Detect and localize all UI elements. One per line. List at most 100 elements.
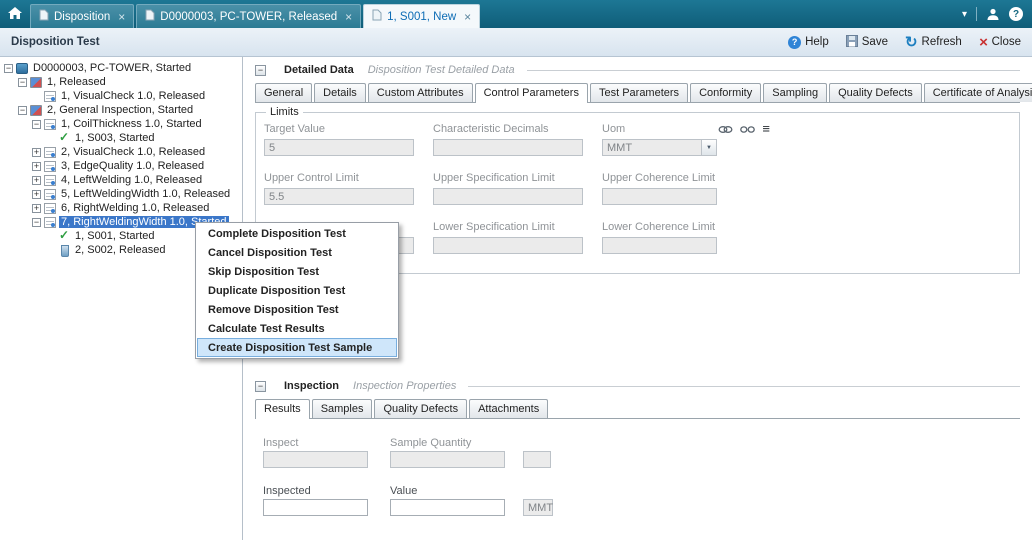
unlink-icon[interactable] (740, 125, 755, 134)
close-button[interactable]: × Close (979, 36, 1021, 48)
tab-certificate-of-analysis[interactable]: Certificate of Analysis (924, 83, 1032, 102)
tree-item-2-visualcheck-1-0-released[interactable]: +2, VisualCheck 1.0, Released (0, 145, 242, 159)
tree-item-label: 4, LeftWelding 1.0, Released (59, 174, 204, 186)
field-upper_coherence_limit: Upper Coherence Limit (602, 171, 770, 205)
topbar: Disposition×D0000003, PC-TOWER, Released… (0, 0, 1032, 28)
selected-value: MMT (603, 140, 701, 155)
tab-label: 1, S001, New (387, 11, 456, 23)
tab-attachments[interactable]: Attachments (469, 399, 548, 418)
limits-legend: Limits (266, 106, 303, 118)
tab-sampling[interactable]: Sampling (763, 83, 827, 102)
tab-control-parameters[interactable]: Control Parameters (475, 83, 588, 102)
expand-icon[interactable]: + (32, 204, 41, 213)
context-menu-item-duplicate-disposition-test[interactable]: Duplicate Disposition Test (197, 281, 397, 300)
close-label: Close (992, 36, 1021, 48)
tab-quality-defects[interactable]: Quality Defects (374, 399, 467, 418)
collapse-icon[interactable]: − (32, 120, 41, 129)
inspection-icon (30, 77, 42, 88)
tree-item-label: 3, EdgeQuality 1.0, Released (59, 160, 206, 172)
field-lower_coherence_limit: Lower Coherence Limit (602, 220, 770, 254)
tree-item-5-leftweldingwidth-1-0-released[interactable]: +5, LeftWeldingWidth 1.0, Released (0, 187, 242, 201)
section-title: Inspection (284, 380, 339, 392)
tab-results[interactable]: Results (255, 399, 310, 418)
tree-item-d0000003-pc-tower-started[interactable]: −D0000003, PC-TOWER, Started (0, 61, 242, 75)
context-menu: Complete Disposition TestCancel Disposit… (195, 222, 399, 359)
menu-icon[interactable]: ≡ (762, 124, 770, 134)
lower_coherence_limit-input (602, 237, 717, 254)
topbar-tabs: Disposition×D0000003, PC-TOWER, Released… (30, 4, 480, 28)
tree-item-4-leftwelding-1-0-released[interactable]: +4, LeftWelding 1.0, Released (0, 173, 242, 187)
home-icon (7, 6, 23, 23)
sample-quantity-uom-box (523, 451, 551, 468)
field-lower_specification_limit: Lower Specification Limit (433, 220, 583, 254)
field-target_value: Target Value5 (264, 122, 414, 156)
field-label: Lower Specification Limit (433, 221, 555, 233)
context-menu-item-remove-disposition-test[interactable]: Remove Disposition Test (197, 300, 397, 319)
save-label: Save (862, 36, 888, 48)
uom-select[interactable]: MMT▼ (602, 139, 717, 156)
tree-item-1-visualcheck-1-0-released[interactable]: 1, VisualCheck 1.0, Released (0, 89, 242, 103)
tab-samples[interactable]: Samples (312, 399, 373, 418)
test-icon (44, 203, 56, 214)
tab-details[interactable]: Details (314, 83, 366, 102)
value-input[interactable] (390, 499, 505, 516)
expand-icon[interactable]: + (32, 190, 41, 199)
tree-item-1-released[interactable]: −1, Released (0, 75, 242, 89)
help-button[interactable]: ? Help (788, 36, 829, 49)
tab-overflow-chevron-icon[interactable]: ▾ (962, 9, 967, 20)
collapse-section-icon[interactable]: − (255, 381, 266, 392)
tree-item-2-general-inspection-started[interactable]: − 2, General Inspection, Started (0, 103, 242, 117)
expand-icon[interactable]: + (32, 148, 41, 157)
help-circle-icon[interactable]: ? (1009, 7, 1023, 21)
field-label: Upper Coherence Limit (602, 172, 715, 184)
refresh-button[interactable]: ↻ Refresh (905, 36, 962, 48)
tree-item-label: 2, General Inspection, Started (45, 104, 195, 116)
field-label: Lower Coherence Limit (602, 221, 715, 233)
tab-general[interactable]: General (255, 83, 312, 102)
app-tab-1-s001-new[interactable]: 1, S001, New × (363, 4, 480, 28)
context-menu-item-calculate-test-results[interactable]: Calculate Test Results (197, 319, 397, 338)
tab-custom-attributes[interactable]: Custom Attributes (368, 83, 473, 102)
tab-close-icon[interactable]: × (118, 12, 125, 22)
expand-icon[interactable]: + (32, 176, 41, 185)
collapse-icon[interactable]: − (32, 218, 41, 227)
user-icon[interactable] (986, 7, 1000, 21)
context-menu-item-cancel-disposition-test[interactable]: Cancel Disposition Test (197, 243, 397, 262)
expand-icon[interactable]: + (32, 162, 41, 171)
field-characteristic_decimals: Characteristic Decimals (433, 122, 583, 156)
collapse-icon[interactable]: − (18, 106, 27, 115)
context-menu-item-complete-disposition-test[interactable]: Complete Disposition Test (197, 224, 397, 243)
document-icon (372, 9, 382, 24)
inspection-fields: Inspect Sample Quantity Inspected Value … (263, 419, 1020, 540)
application-window: Disposition×D0000003, PC-TOWER, Released… (0, 0, 1032, 540)
home-button[interactable] (0, 0, 30, 28)
tab-quality-defects[interactable]: Quality Defects (829, 83, 922, 102)
lot-icon (16, 63, 28, 74)
app-tab-disposition[interactable]: Disposition× (30, 4, 134, 28)
collapse-icon[interactable]: − (4, 64, 13, 73)
tab-conformity[interactable]: Conformity (690, 83, 761, 102)
tab-close-icon[interactable]: × (464, 12, 471, 22)
collapse-section-icon[interactable]: − (255, 65, 266, 76)
inspected-input[interactable] (263, 499, 368, 516)
test-icon (44, 91, 56, 102)
save-button[interactable]: Save (846, 35, 888, 50)
tree-item-1-coilthickness-1-0-started[interactable]: −1, CoilThickness 1.0, Started (0, 117, 242, 131)
context-menu-item-create-disposition-test-sample[interactable]: Create Disposition Test Sample (197, 338, 397, 357)
tab-test-parameters[interactable]: Test Parameters (590, 83, 688, 102)
section-divider (527, 70, 1020, 71)
tree-item-1-s003-started[interactable]: 1, S003, Started (0, 131, 242, 145)
inspected-label: Inspected (263, 485, 311, 497)
dropdown-arrow-icon[interactable]: ▼ (701, 140, 716, 155)
page-header: Disposition Test ? Help Save ↻ Refresh ×… (0, 28, 1032, 57)
sample-tube-icon (58, 245, 70, 256)
field-label: Upper Specification Limit (433, 172, 555, 184)
tree-item-3-edgequality-1-0-released[interactable]: +3, EdgeQuality 1.0, Released (0, 159, 242, 173)
context-menu-item-skip-disposition-test[interactable]: Skip Disposition Test (197, 262, 397, 281)
inspection-tabs: ResultsSamplesQuality DefectsAttachments (255, 399, 1020, 419)
app-tab-d0000003-pc-tower-released[interactable]: D0000003, PC-TOWER, Released× (136, 4, 361, 28)
tree-item-6-rightwelding-1-0-released[interactable]: +6, RightWelding 1.0, Released (0, 201, 242, 215)
collapse-icon[interactable]: − (18, 78, 27, 87)
link-icon[interactable] (718, 125, 733, 134)
tab-close-icon[interactable]: × (345, 12, 352, 22)
